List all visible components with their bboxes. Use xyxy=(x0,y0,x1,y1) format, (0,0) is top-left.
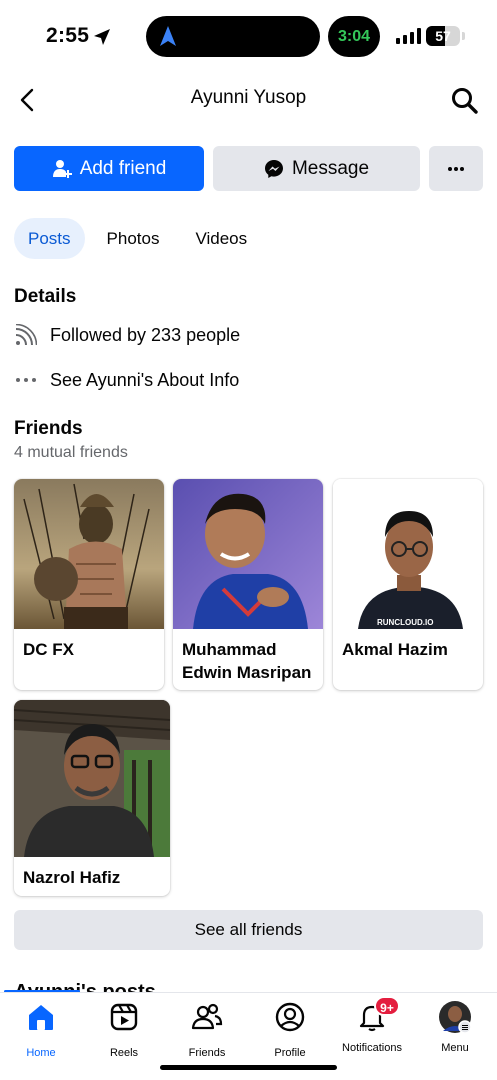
timer-pill: 3:04 xyxy=(328,16,380,57)
more-options-button[interactable] xyxy=(429,146,483,191)
add-friend-label: Add friend xyxy=(79,157,167,179)
rss-feed-icon xyxy=(15,324,37,346)
tab-posts[interactable]: Posts xyxy=(14,218,85,259)
friend-name: Nazrol Hafiz xyxy=(23,868,121,887)
add-person-icon xyxy=(52,159,72,178)
friends-icon xyxy=(191,1003,223,1030)
nav-reels-label: Reels xyxy=(109,1047,139,1059)
message-button[interactable]: Message xyxy=(213,146,420,191)
home-indicator xyxy=(160,1065,337,1070)
friend-photo xyxy=(14,479,164,629)
friend-photo xyxy=(173,479,323,629)
messenger-icon xyxy=(264,159,283,178)
about-info-row[interactable]: See Ayunni's About Info xyxy=(14,365,239,395)
friend-name: Akmal Hazim xyxy=(342,640,448,659)
battery-tip xyxy=(462,32,465,40)
friends-heading: Friends xyxy=(14,418,83,439)
nav-notifications-label: Notifications xyxy=(342,1042,402,1054)
friend-name: Muhammad Edwin Masripan xyxy=(182,638,311,684)
tab-photos[interactable]: Photos xyxy=(93,218,174,259)
page-title: Ayunni Yusop xyxy=(190,87,307,108)
nav-friends-label: Friends xyxy=(188,1047,226,1059)
friend-card-dc-fx[interactable]: DC FX xyxy=(14,479,164,690)
nav-menu-label: Menu xyxy=(441,1042,469,1054)
ellipsis-icon xyxy=(16,378,36,382)
friend-name-line-1: Muhammad xyxy=(182,640,277,659)
dynamic-island xyxy=(146,16,320,57)
nav-reels[interactable]: Reels xyxy=(79,1001,169,1059)
notifications-badge: 9+ xyxy=(374,996,400,1016)
friend-photo xyxy=(14,700,170,857)
more-horizontal-icon xyxy=(448,166,464,171)
avatar xyxy=(439,1001,472,1034)
nav-friends[interactable]: Friends xyxy=(162,1001,252,1059)
friend-card-akmal-hazim[interactable]: RUNCLOUD.IO Akmal Hazim xyxy=(333,479,483,690)
mutual-friends-count: 4 mutual friends xyxy=(14,444,128,461)
nav-home[interactable]: Home xyxy=(0,1001,86,1059)
followers-text: Followed by 233 people xyxy=(50,324,241,345)
followers-row[interactable]: Followed by 233 people xyxy=(14,320,240,350)
friend-name: DC FX xyxy=(23,640,74,659)
profile-header: Ayunni Yusop xyxy=(0,76,497,124)
location-arrow-icon xyxy=(94,29,110,45)
nav-menu[interactable]: Menu xyxy=(410,1001,497,1055)
search-icon[interactable] xyxy=(450,86,480,116)
shirt-text: RUNCLOUD.IO xyxy=(377,618,433,627)
nav-notifications[interactable]: 9+ Notifications xyxy=(327,996,417,1055)
reels-icon xyxy=(110,1003,138,1031)
friend-card-nazrol-hafiz[interactable]: Nazrol Hafiz xyxy=(14,700,170,896)
battery-percent: 57 xyxy=(435,28,451,44)
tab-videos[interactable]: Videos xyxy=(181,218,261,259)
message-label: Message xyxy=(291,157,370,179)
nav-home-label: Home xyxy=(26,1047,56,1059)
status-time: 2:55 xyxy=(46,24,90,47)
details-heading: Details xyxy=(14,286,77,307)
status-bar: 2:55 3:04 57 xyxy=(0,0,497,72)
profile-tabs: Posts Photos Videos xyxy=(14,218,261,259)
battery-icon: 57 xyxy=(426,26,460,46)
nav-profile[interactable]: Profile xyxy=(245,1001,335,1059)
add-friend-button[interactable]: Add friend xyxy=(14,146,204,191)
navigation-app-icon xyxy=(160,26,176,46)
nav-profile-label: Profile xyxy=(274,1047,306,1059)
home-icon xyxy=(29,1005,53,1030)
profile-actions: Add friend Message xyxy=(14,146,483,191)
profile-icon xyxy=(275,1002,305,1032)
see-all-friends-button[interactable]: See all friends xyxy=(14,910,483,950)
friend-photo: RUNCLOUD.IO xyxy=(333,479,483,629)
friend-card-muhammad-edwin-masripan[interactable]: Muhammad Edwin Masripan xyxy=(173,479,323,690)
friend-name-line-2: Edwin Masripan xyxy=(182,663,312,682)
cellular-signal-icon xyxy=(396,28,421,44)
about-info-text: See Ayunni's About Info xyxy=(50,369,240,390)
